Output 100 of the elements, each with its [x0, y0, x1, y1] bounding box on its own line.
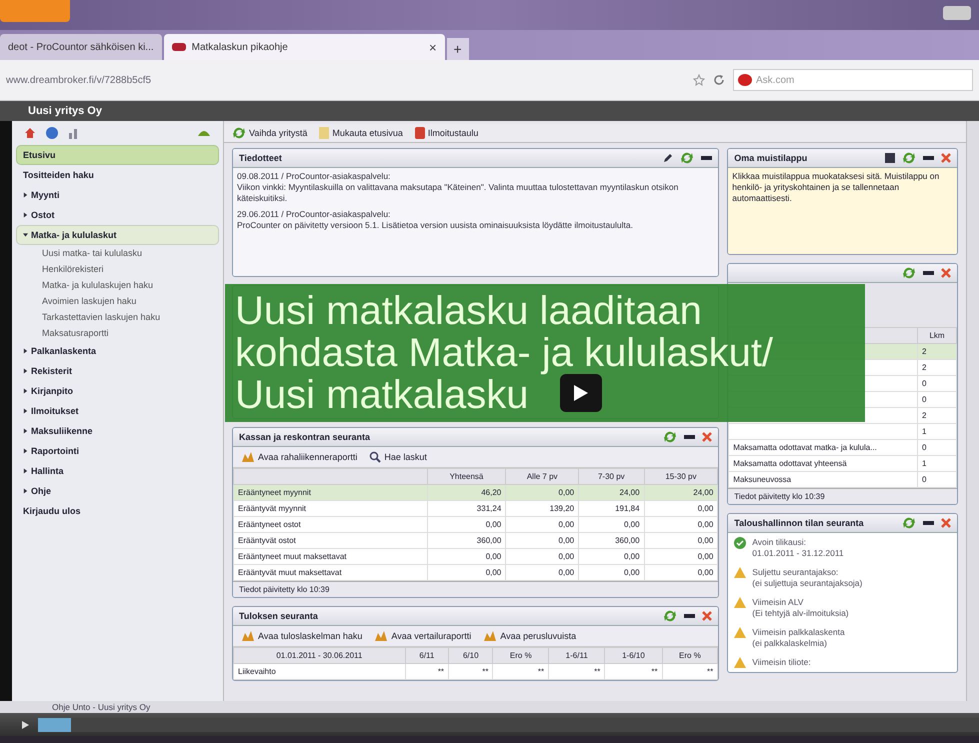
refresh-icon[interactable] [232, 127, 246, 139]
note-text[interactable]: Klikkaa muistilappua muokataksesi sitä. Muistilappu on henkilö- ja yrityskohtainen ja se tallennetaan automaattisesti. [728, 168, 957, 254]
table-cell: Erääntyneet muut maksettavat [234, 548, 428, 564]
nav-item[interactable]: Palkanlaskenta [16, 341, 219, 361]
new-tab-button[interactable]: + [446, 38, 469, 60]
window-button[interactable] [943, 6, 971, 20]
nav-item[interactable]: Ilmoitukset [16, 401, 219, 421]
panel-title: Oma muistilappu [734, 153, 808, 163]
check-icon [734, 537, 746, 549]
nav-item[interactable]: Ostot [16, 205, 219, 225]
toolbar-button[interactable]: Ilmoitustaulu [414, 127, 478, 139]
report-icon [241, 451, 255, 463]
expanded-icon[interactable] [23, 232, 28, 238]
nav-item[interactable]: Etusivu [16, 145, 219, 165]
status-title: Suljettu seurantajakso: [752, 567, 840, 578]
status-detail: (ei suljettuja seurantajaksoja) [752, 578, 862, 589]
nav-subitem[interactable]: Maksatusraportti [16, 325, 219, 341]
news-header: 29.06.2011 / ProCountor-asiakaspalvelu: [237, 209, 392, 220]
address-field[interactable]: www.dreambroker.fi/v/7288b5cf5 [6, 74, 685, 86]
column-header[interactable]: 15-30 pv [644, 468, 718, 484]
browser-tab[interactable]: Matkalaskun pikaohje × [164, 34, 445, 60]
panel-button[interactable]: Avaa vertailuraportti [374, 630, 472, 642]
column-header[interactable]: 6/11 [405, 648, 449, 664]
report-icon [241, 630, 255, 642]
collapsed-icon[interactable] [23, 348, 28, 354]
column-header[interactable]: 7-30 pv [578, 468, 644, 484]
collapsed-icon[interactable] [23, 192, 28, 198]
nav-subitem[interactable]: Tarkastettavien laskujen haku [16, 309, 219, 325]
toolbar-button[interactable]: Vaihda yritystä [232, 127, 308, 139]
nav-item[interactable]: Kirjaudu ulos [16, 501, 219, 521]
nav-subitem[interactable]: Henkilörekisteri [16, 261, 219, 277]
nav-item[interactable]: Kirjanpito [16, 381, 219, 401]
close-tab-button[interactable]: × [429, 40, 437, 54]
collapsed-icon[interactable] [23, 488, 28, 494]
close-icon[interactable] [941, 268, 951, 278]
nav-item[interactable]: Matka- ja kululaskut [16, 225, 219, 245]
warning-icon [734, 597, 746, 608]
column-header[interactable]: 1-6/11 [548, 648, 605, 664]
report-icon [374, 630, 388, 642]
chart-icon[interactable] [68, 127, 80, 139]
refresh-icon[interactable] [680, 152, 694, 164]
home-icon[interactable] [24, 127, 36, 139]
close-icon[interactable] [941, 518, 951, 528]
collapsed-icon[interactable] [23, 428, 28, 434]
progress-bar[interactable] [38, 718, 979, 732]
minimize-icon[interactable] [701, 156, 712, 160]
update-time: Tiedot päivitetty klo 10:39 [233, 581, 718, 597]
refresh-icon[interactable] [902, 517, 916, 529]
collapsed-icon[interactable] [23, 468, 28, 474]
column-header[interactable]: Ero % [492, 648, 549, 664]
nav-subitem[interactable]: Matka- ja kululaskujen haku [16, 277, 219, 293]
minimize-icon[interactable] [684, 435, 696, 439]
column-header[interactable]: 1-6/10 [604, 648, 662, 664]
refresh-icon[interactable] [902, 152, 916, 164]
star-icon[interactable] [693, 74, 705, 86]
column-header[interactable]: Alle 7 pv [506, 468, 579, 484]
column-header[interactable]: 6/10 [448, 648, 493, 664]
panel-button[interactable]: Hae laskut [369, 451, 427, 463]
nav-subitem[interactable]: Avoimien laskujen haku [16, 293, 219, 309]
nav-item[interactable]: Rekisterit [16, 361, 219, 381]
table-cell: 0 [918, 440, 956, 456]
collapsed-icon[interactable] [23, 408, 28, 414]
collapsed-icon[interactable] [23, 388, 28, 394]
status-title: Avoin tilikausi: [752, 537, 807, 548]
play-button[interactable] [560, 374, 602, 412]
nav-item[interactable]: Hallinta [16, 461, 219, 481]
scrollbar[interactable] [966, 121, 979, 701]
nav-item[interactable]: Tositteiden haku [16, 165, 219, 185]
close-icon[interactable] [941, 153, 951, 163]
nav-item[interactable]: Maksuliikenne [16, 421, 219, 441]
refresh-icon[interactable] [902, 267, 916, 279]
panel-button[interactable]: Avaa tuloslaskelman haku [241, 630, 362, 642]
minimize-icon[interactable] [684, 614, 696, 618]
nav-item[interactable]: Raportointi [16, 441, 219, 461]
column-header[interactable]: 01.01.2011 - 30.06.2011 [234, 648, 406, 664]
collapsed-icon[interactable] [23, 212, 28, 218]
tab-title: Matkalaskun pikaohje [192, 42, 289, 52]
panel-button[interactable]: Avaa rahaliikenneraportti [241, 451, 358, 463]
column-header[interactable]: Lkm [918, 328, 956, 344]
panel-button[interactable]: Avaa perusluvuista [483, 630, 576, 642]
column-header[interactable]: Ero % [662, 648, 718, 664]
close-icon[interactable] [702, 611, 712, 621]
toolbar-button[interactable]: Mukauta etusivua [319, 127, 403, 139]
play-icon[interactable] [20, 720, 30, 730]
nav-subitem[interactable]: Uusi matka- tai kululasku [16, 245, 219, 261]
edit-icon[interactable] [663, 153, 674, 163]
refresh-icon[interactable] [663, 431, 678, 443]
site-icon [172, 43, 186, 51]
status-detail: 01.01.2011 - 31.12.2011 [752, 548, 844, 559]
close-icon[interactable] [702, 432, 712, 442]
collapsed-icon[interactable] [23, 448, 28, 454]
refresh-icon[interactable] [663, 610, 678, 622]
browser-tab[interactable]: deot - ProCountor sähköisen ki... [0, 34, 162, 60]
collapsed-icon[interactable] [23, 368, 28, 374]
table-cell: 0,00 [578, 548, 644, 564]
column-header[interactable]: Yhteensä [427, 468, 506, 484]
nav-item[interactable]: Ohje [16, 481, 219, 501]
reload-icon[interactable] [713, 74, 725, 86]
nav-item[interactable]: Myynti [16, 185, 219, 205]
table-cell: 0,00 [644, 500, 718, 516]
